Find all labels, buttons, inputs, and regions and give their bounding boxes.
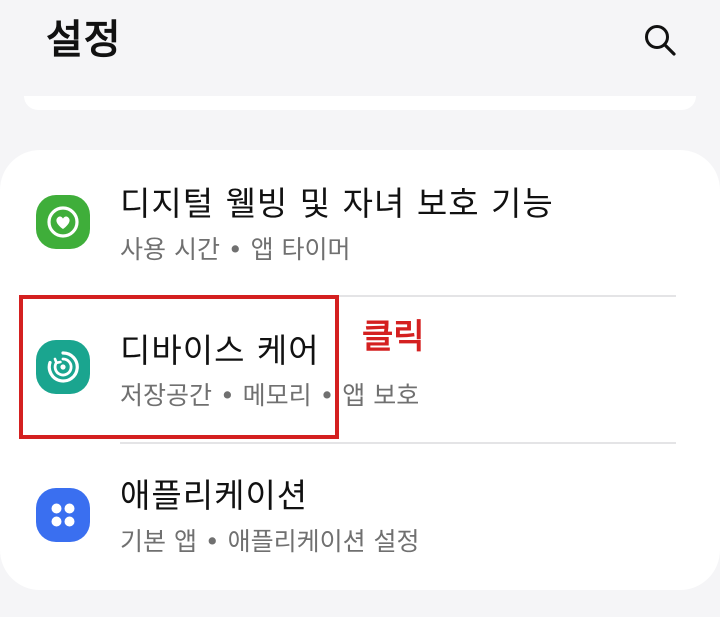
previous-settings-card [24,96,696,110]
search-button[interactable] [636,16,684,64]
highlight-box [19,295,339,439]
apps-icon [36,488,90,542]
setting-applications[interactable]: 애플리케이션 기본 앱 • 애플리케이션 설정 [0,444,720,584]
digital-wellbeing-icon [36,195,90,249]
setting-digital-wellbeing[interactable]: 디지털 웰빙 및 자녀 보호 기능 사용 시간 • 앱 타이머 [0,150,720,290]
setting-subtitle: 사용 시간 • 앱 타이머 [120,235,351,264]
search-icon [645,25,676,56]
setting-title: 디지털 웰빙 및 자녀 보호 기능 [120,184,554,223]
page-title: 설정 [46,17,122,63]
setting-subtitle: 기본 앱 • 애플리케이션 설정 [120,527,420,556]
click-annotation-label: 클릭 [362,317,425,357]
setting-title: 애플리케이션 [120,476,309,515]
